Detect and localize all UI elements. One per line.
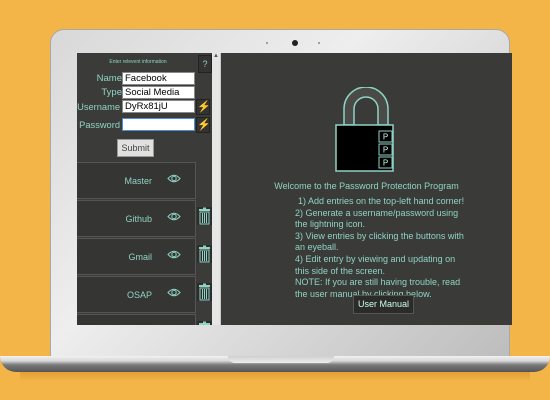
form-header: Enter relevent information [109,59,167,65]
username-label: Username [77,102,120,112]
submit-button[interactable]: Submit [117,139,154,157]
entry-label: Master [124,176,152,186]
entry-row[interactable]: Master [77,162,196,199]
scroll-up-icon[interactable]: ▲ [212,53,220,59]
instruction-line: 3) View entries by clicking the buttons … [295,230,464,241]
entry-label: Gmail [128,252,152,262]
password-label: Password [79,120,120,130]
instruction-line: 4) Edit entry by viewing and updating on [295,253,456,264]
lightning-icon: ⚡ [197,119,211,131]
eye-icon[interactable] [167,250,181,259]
eye-icon[interactable] [167,174,181,183]
instruction-line: the lightning icon. [295,219,366,230]
instruction-line: NOTE: If you are still having trouble, r… [295,277,461,288]
instruction-line: this side of the screen. [295,265,386,276]
info-panel: PPP Welcome to the Password Protection P… [221,53,512,325]
eye-icon[interactable] [167,288,181,297]
name-input[interactable]: Facebook [122,72,195,85]
entry-row[interactable]: Github [77,200,196,237]
webcam [292,40,298,46]
padlock-icon: PPP [335,87,394,172]
instruction-line: an eyeball. [295,242,339,253]
instruction-line: 1) Add entries on the top-left hand corn… [298,196,465,206]
password-input[interactable] [122,118,195,131]
lock-tag-label: P [383,146,388,155]
entry-row[interactable]: OSAP [77,276,196,313]
type-input[interactable]: Social Media [122,86,195,99]
help-button[interactable]: ? [198,55,212,73]
type-label: Type [101,87,122,98]
trash-icon [199,245,210,263]
instructions: 1) Add entries on the top-left hand corn… [295,196,505,300]
user-manual-button[interactable]: User Manual [353,295,414,314]
delete-button[interactable] [197,245,212,263]
instruction-line: 2) Generate a username/password using [295,207,459,218]
scrollbar[interactable]: ▲ [212,53,220,325]
trash-icon [199,283,210,301]
sensor-dot [266,42,268,44]
entry-panel: Enter relevent information ? Name Facebo… [77,53,212,325]
trash-icon [199,321,210,325]
delete-button[interactable] [197,283,212,301]
username-input[interactable]: DyRx81jU [122,100,195,113]
name-label: Name [96,73,122,84]
entry-row[interactable] [77,314,196,325]
generate-username-button[interactable]: ⚡ [196,99,211,115]
delete-button[interactable] [197,207,212,225]
entry-label: OSAP [126,290,152,300]
trash-icon [199,207,210,225]
welcome-title: Welcome to the Password Protection Progr… [274,181,459,191]
entry-label: Github [125,214,152,224]
eye-icon[interactable] [167,212,181,221]
app-window: Enter relevent information ? Name Facebo… [77,53,512,325]
lock-tag-label: P [383,159,388,168]
sensor-dot [318,42,320,44]
lock-tag-label: P [383,133,388,142]
delete-button[interactable] [197,321,212,325]
generate-password-button[interactable]: ⚡ [196,117,211,133]
laptop-shadow [20,372,530,382]
lightning-icon: ⚡ [197,101,211,113]
laptop-notch [228,356,334,363]
entry-row[interactable]: Gmail [77,238,196,275]
